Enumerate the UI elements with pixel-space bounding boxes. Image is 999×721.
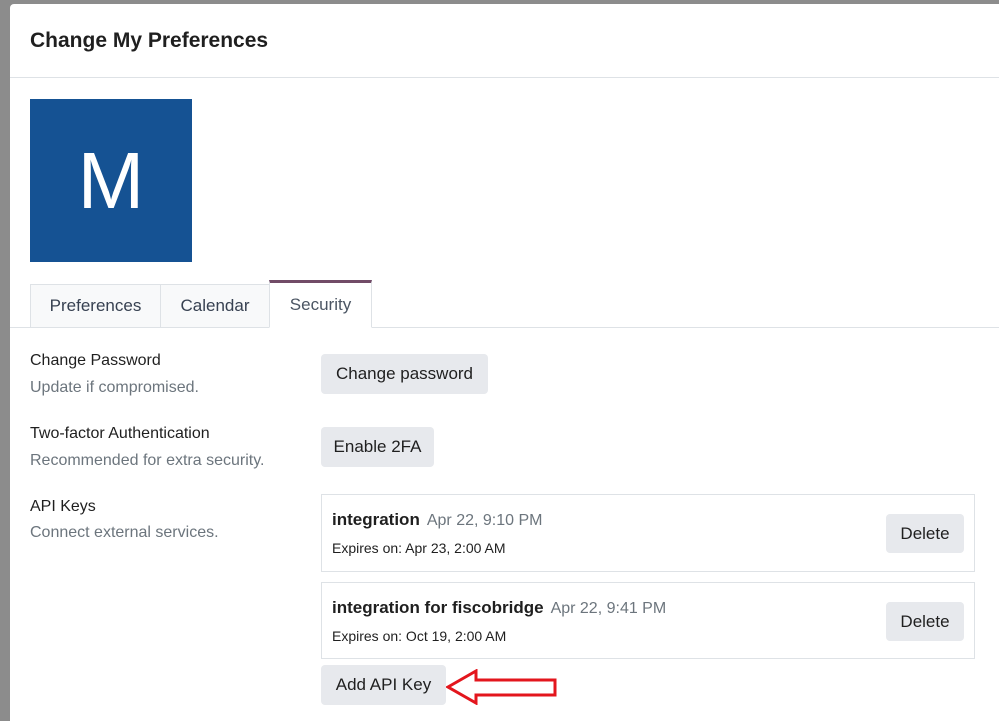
api-keys-description: Connect external services.	[30, 524, 219, 541]
tab-label: Calendar	[180, 296, 250, 315]
arrow-shape	[446, 669, 557, 705]
change-password-title: Change Password	[30, 352, 161, 369]
delete-api-key-button[interactable]: Delete	[886, 514, 964, 553]
add-api-key-button[interactable]: Add API Key	[321, 665, 446, 705]
tab-preferences[interactable]: Preferences	[30, 284, 161, 328]
api-key-card: integration Apr 22, 9:10 PM Expires on: A…	[321, 494, 975, 572]
tab-label: Security	[289, 295, 352, 314]
api-keys-title: API Keys	[30, 498, 96, 515]
api-key-expiry: Expires on: Oct 19, 2:00 AM	[332, 628, 507, 644]
preferences-dialog: Change My Preferences M Preferences Cale…	[10, 4, 999, 721]
api-key-name-text: integration	[332, 510, 420, 529]
tab-calendar[interactable]: Calendar	[160, 284, 270, 328]
dialog-header: Change My Preferences	[10, 4, 999, 78]
api-key-created: Apr 22, 9:10 PM	[426, 512, 543, 529]
annotation-arrow-icon	[446, 669, 557, 705]
api-key-created: Apr 22, 9:41 PM	[550, 600, 667, 617]
api-key-name: integration for fiscobridge Apr 22, 9:41 …	[332, 598, 666, 618]
tab-security[interactable]: Security	[269, 280, 372, 328]
change-password-button[interactable]: Change password	[321, 354, 488, 394]
dialog-title: Change My Preferences	[30, 28, 269, 52]
enable-2fa-button[interactable]: Enable 2FA	[321, 427, 434, 467]
api-key-card: integration for fiscobridge Apr 22, 9:41 …	[321, 582, 975, 659]
change-password-description: Update if compromised.	[30, 379, 199, 396]
delete-api-key-button[interactable]: Delete	[886, 602, 964, 641]
two-factor-title: Two-factor Authentication	[30, 425, 210, 442]
tab-bar: Preferences Calendar Security	[10, 280, 999, 328]
avatar-initial: M	[77, 135, 145, 225]
api-key-name-text: integration for fiscobridge	[332, 598, 544, 617]
two-factor-description: Recommended for extra security.	[30, 452, 265, 469]
api-key-expiry: Expires on: Apr 23, 2:00 AM	[332, 540, 506, 556]
avatar[interactable]: M	[30, 99, 192, 262]
tab-label: Preferences	[49, 296, 142, 315]
api-key-name: integration Apr 22, 9:10 PM	[332, 510, 542, 530]
